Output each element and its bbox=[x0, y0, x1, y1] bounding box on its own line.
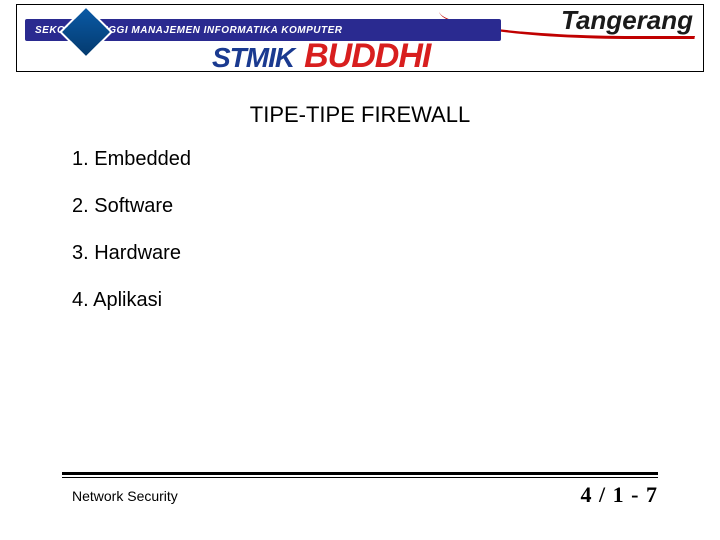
institution-banner: SEKOLAH TINGGI MANAJEMEN INFORMATIKA KOM… bbox=[17, 5, 703, 71]
footer-divider-thick bbox=[62, 472, 658, 475]
slide-title: TIPE-TIPE FIREWALL bbox=[0, 102, 720, 128]
list-item: 4. Aplikasi bbox=[72, 289, 191, 312]
footer-divider-thin bbox=[62, 477, 658, 478]
content-list: 1. Embedded 2. Software 3. Hardware 4. A… bbox=[72, 148, 191, 336]
brand-label: BUDDHI bbox=[304, 37, 430, 72]
acronym-label: STMIK bbox=[212, 42, 294, 72]
footer-subject: Network Security bbox=[72, 488, 178, 504]
list-item: 3. Hardware bbox=[72, 242, 191, 265]
list-item: 1. Embedded bbox=[72, 148, 191, 171]
header-banner: SEKOLAH TINGGI MANAJEMEN INFORMATIKA KOM… bbox=[16, 4, 704, 72]
footer-page-number: 4 / 1 - 7 bbox=[581, 482, 658, 508]
brand-row: STMIK BUDDHI bbox=[212, 37, 430, 72]
logo-icon bbox=[59, 5, 113, 59]
list-item: 2. Software bbox=[72, 195, 191, 218]
city-label: Tangerang bbox=[561, 5, 693, 36]
